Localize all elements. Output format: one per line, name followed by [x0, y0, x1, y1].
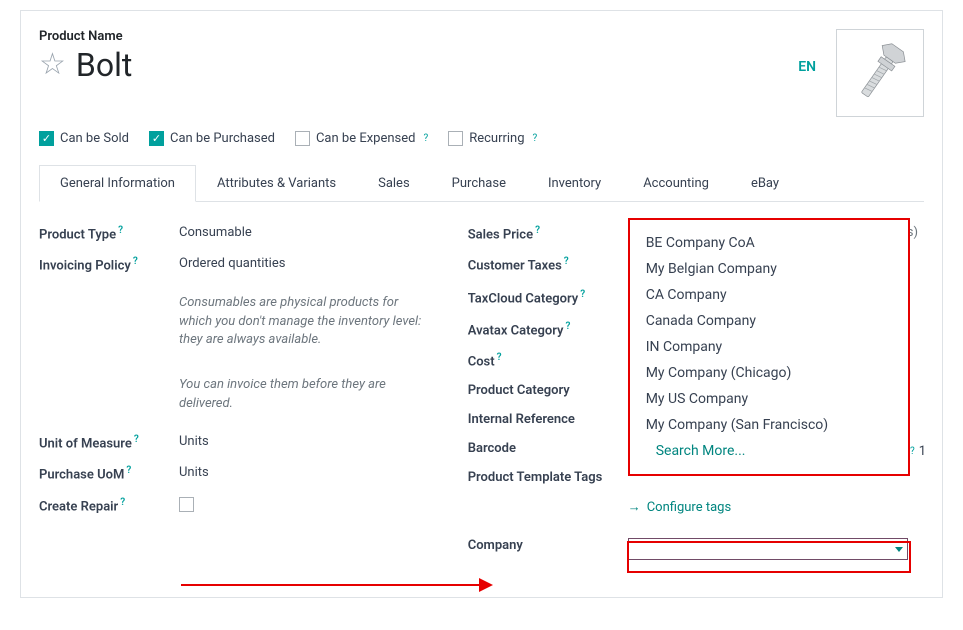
help-icon[interactable]: ? [120, 497, 125, 508]
create-repair-checkbox[interactable] [179, 497, 194, 512]
arrow-right-icon [479, 578, 493, 592]
customer-taxes-label: Customer Taxes [468, 259, 562, 274]
help-icon[interactable]: ? [580, 289, 585, 300]
company-label: Company [468, 538, 628, 553]
checkbox-icon: ✓ [149, 131, 164, 146]
product-type-label: Product Type [39, 227, 116, 242]
company-dropdown: BE Company CoA My Belgian Company CA Com… [628, 218, 910, 476]
favorite-star-icon[interactable]: ☆ [39, 50, 66, 80]
checkbox-icon: ✓ [39, 131, 54, 146]
flag-can-be-sold[interactable]: ✓ Can be Sold [39, 131, 129, 146]
flag-label: Recurring [469, 131, 524, 146]
checkbox-icon [448, 131, 463, 146]
help-icon[interactable]: ? [118, 225, 123, 236]
tab-accounting[interactable]: Accounting [622, 165, 730, 202]
form-left-column: Product Type? Consumable Invoicing Polic… [39, 218, 428, 567]
dropdown-item[interactable]: CA Company [630, 282, 908, 308]
sales-price-label: Sales Price [468, 227, 533, 242]
dropdown-search-more[interactable]: Search More... [630, 438, 908, 464]
cost-label: Cost [468, 354, 495, 369]
product-category-label: Product Category [468, 383, 628, 398]
flag-recurring[interactable]: Recurring ? [448, 131, 537, 146]
dropdown-item[interactable]: My US Company [630, 386, 908, 412]
helper-text-1: Consumables are physical products for wh… [179, 288, 428, 357]
bolt-icon [845, 38, 915, 108]
annotation-arrow [181, 577, 491, 593]
dropdown-item[interactable]: My Company (Chicago) [630, 360, 908, 386]
dropdown-item[interactable]: My Belgian Company [630, 256, 908, 282]
flag-can-be-expensed[interactable]: Can be Expensed ? [295, 131, 428, 146]
internal-ref-label: Internal Reference [468, 412, 628, 427]
dropdown-item[interactable]: My Company (San Francisco) [630, 412, 908, 438]
help-icon[interactable]: ? [564, 256, 569, 267]
help-icon[interactable]: ? [126, 465, 131, 476]
uom-label: Unit of Measure [39, 436, 132, 451]
purchase-uom-value[interactable]: Units [179, 465, 428, 480]
help-icon[interactable]: ? [423, 133, 428, 144]
header-row: Product Name ☆ Bolt EN [39, 29, 924, 117]
dropdown-item[interactable]: IN Company [630, 334, 908, 360]
invoicing-policy-value[interactable]: Ordered quantities [179, 256, 428, 271]
help-icon[interactable]: ? [134, 434, 139, 445]
tab-ebay[interactable]: eBay [730, 165, 800, 202]
help-icon[interactable]: ? [497, 352, 502, 363]
tab-general-information[interactable]: General Information [39, 165, 196, 202]
help-icon[interactable]: ? [533, 133, 538, 144]
product-name-label: Product Name [39, 29, 798, 44]
flag-label: Can be Sold [60, 131, 129, 146]
dropdown-item[interactable]: BE Company CoA [630, 230, 908, 256]
form-right-column: Sales Price? $0.50 (= $ 0.58 Incl. Taxes… [468, 218, 924, 567]
template-tags-label: Product Template Tags [468, 470, 628, 485]
configure-tags-label: Configure tags [647, 500, 731, 515]
create-repair-label: Create Repair [39, 499, 118, 514]
taxcloud-label: TaxCloud Category [468, 292, 579, 307]
form-grid: Product Type? Consumable Invoicing Polic… [39, 218, 924, 567]
tab-sales[interactable]: Sales [357, 165, 431, 202]
flag-can-be-purchased[interactable]: ✓ Can be Purchased [149, 131, 275, 146]
help-icon[interactable]: ? [535, 225, 540, 236]
dropdown-item[interactable]: Canada Company [630, 308, 908, 334]
product-type-value[interactable]: Consumable [179, 225, 428, 240]
help-icon[interactable]: ? [910, 446, 915, 457]
product-image[interactable] [836, 29, 924, 117]
invoicing-policy-label: Invoicing Policy [39, 259, 131, 274]
extra-number: 1 [919, 444, 926, 459]
tab-attributes-variants[interactable]: Attributes & Variants [196, 165, 357, 202]
page-root: Product Name ☆ Bolt EN [0, 0, 963, 598]
checkbox-icon [295, 131, 310, 146]
flag-label: Can be Expensed [316, 131, 416, 146]
product-form-panel: Product Name ☆ Bolt EN [20, 10, 943, 598]
avatax-label: Avatax Category [468, 323, 564, 338]
tab-inventory[interactable]: Inventory [527, 165, 622, 202]
uom-value[interactable]: Units [179, 434, 428, 449]
company-select[interactable] [628, 538, 908, 560]
help-icon[interactable]: ? [133, 256, 138, 267]
flag-label: Can be Purchased [170, 131, 275, 146]
language-badge[interactable]: EN [798, 59, 816, 75]
extra-indicator: ? 1 [908, 444, 926, 459]
option-flags-row: ✓ Can be Sold ✓ Can be Purchased Can be … [39, 131, 924, 146]
arrow-right-icon: → [628, 499, 641, 515]
help-icon[interactable]: ? [565, 321, 570, 332]
configure-tags-link[interactable]: → Configure tags [628, 499, 731, 515]
tab-purchase[interactable]: Purchase [431, 165, 527, 202]
helper-text-2: You can invoice them before they are del… [179, 370, 428, 420]
purchase-uom-label: Purchase UoM [39, 468, 124, 483]
product-name-value[interactable]: Bolt [76, 46, 132, 84]
tabs-bar: General Information Attributes & Variant… [39, 164, 924, 202]
barcode-label: Barcode [468, 441, 628, 456]
